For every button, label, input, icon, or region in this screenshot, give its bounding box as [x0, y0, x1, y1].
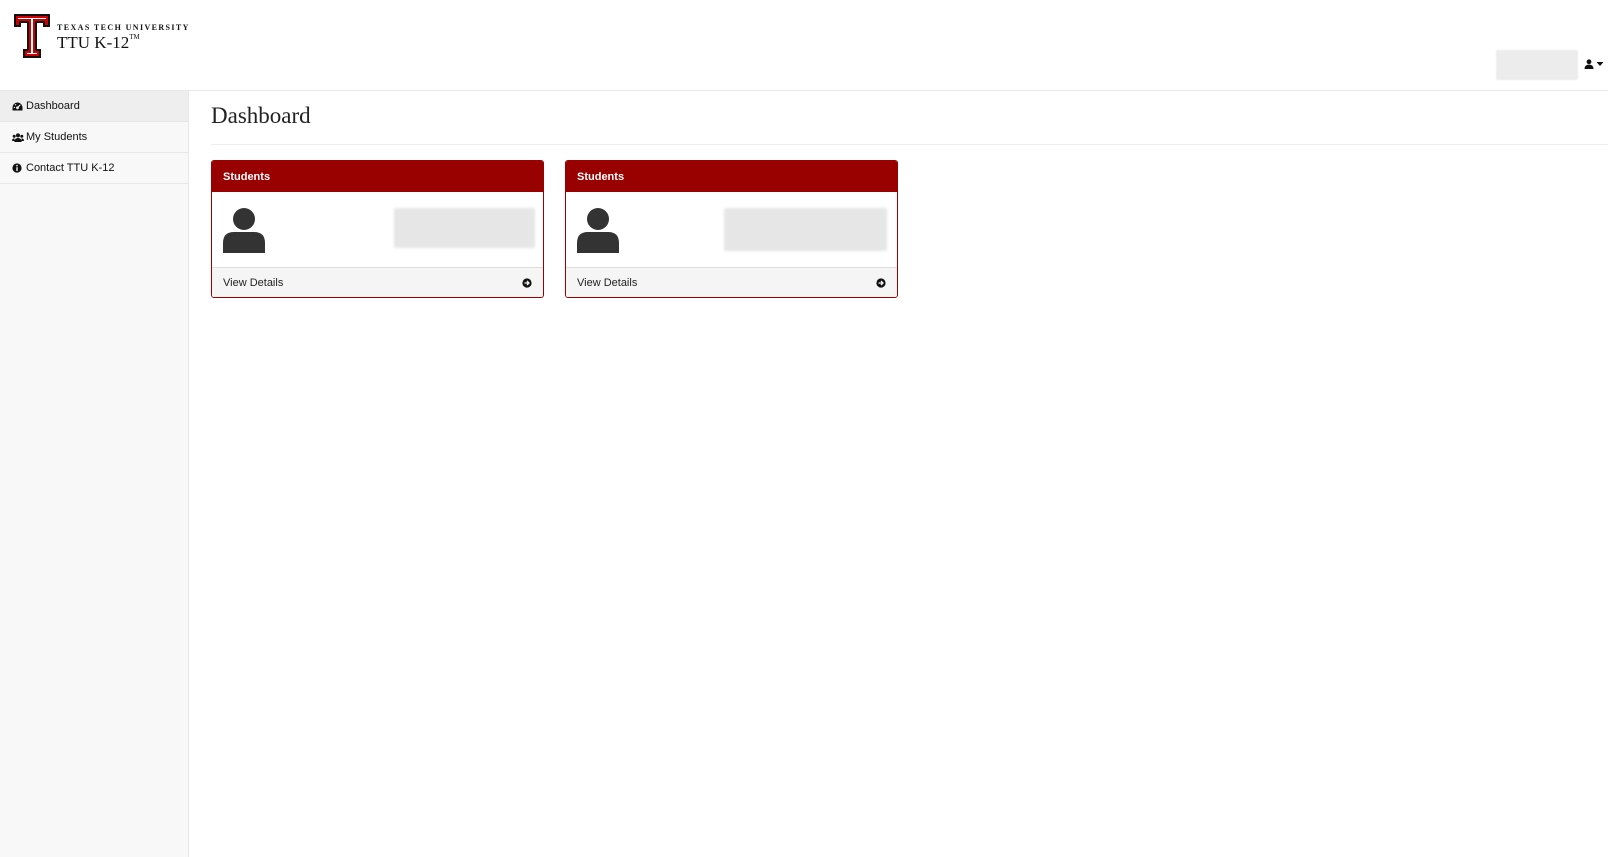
sidebar-item-label: Contact TTU K-12	[26, 162, 115, 174]
user-dropdown-toggle[interactable]	[1584, 55, 1606, 73]
sidebar-item-my-students[interactable]: My Students	[0, 122, 188, 153]
students-panel: Students View Details	[565, 160, 898, 298]
user-name-redacted	[1496, 50, 1578, 80]
user-icon	[577, 208, 619, 253]
panel-body	[566, 192, 897, 267]
brand-university: TEXAS TECH UNIVERSITY	[57, 23, 190, 32]
user-icon	[1584, 59, 1594, 69]
top-navbar: TEXAS TECH UNIVERSITY TTU K-12TM	[0, 0, 1608, 91]
sidebar-item-dashboard[interactable]: Dashboard	[0, 91, 188, 122]
users-icon	[12, 132, 26, 142]
sidebar-item-contact[interactable]: Contact TTU K-12	[0, 153, 188, 184]
brand-name: TTU K-12TM	[57, 33, 140, 52]
view-details-link[interactable]: View Details	[566, 267, 897, 297]
student-name-redacted	[394, 208, 535, 248]
panel-body	[212, 192, 543, 267]
brand-trademark: TM	[129, 33, 140, 41]
arrow-circle-right-icon	[876, 278, 886, 288]
view-details-link[interactable]: View Details	[212, 267, 543, 297]
panel-heading: Students	[566, 161, 897, 192]
dashboard-icon	[12, 102, 26, 111]
panel-heading: Students	[212, 161, 543, 192]
students-panel: Students View Details	[211, 160, 544, 298]
title-divider	[211, 144, 1608, 145]
sidebar-item-label: My Students	[26, 131, 88, 143]
page-title: Dashboard	[211, 103, 311, 128]
brand-link[interactable]: TEXAS TECH UNIVERSITY TTU K-12TM	[13, 13, 190, 59]
double-t-logo-icon	[14, 14, 50, 58]
view-details-label: View Details	[577, 277, 638, 289]
info-circle-icon	[12, 163, 26, 173]
sidebar-item-label: Dashboard	[26, 100, 80, 112]
student-name-redacted	[724, 208, 887, 251]
view-details-label: View Details	[223, 277, 284, 289]
caret-down-icon	[1596, 62, 1604, 66]
user-icon	[223, 208, 265, 253]
arrow-circle-right-icon	[522, 278, 532, 288]
sidebar: Dashboard My Students Contact TTU K-12	[0, 91, 189, 857]
